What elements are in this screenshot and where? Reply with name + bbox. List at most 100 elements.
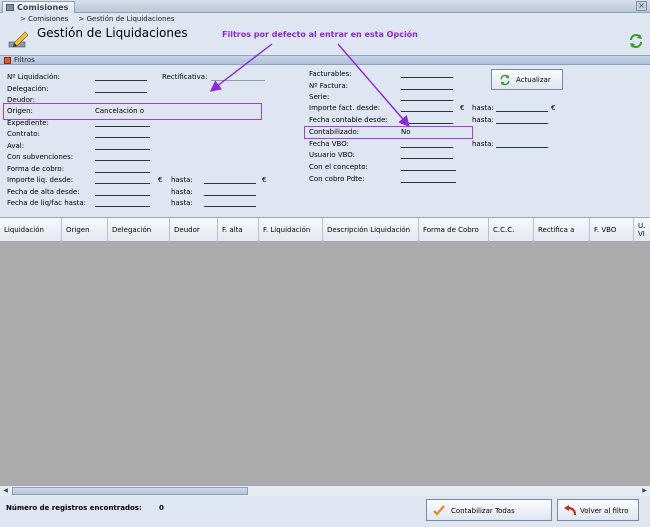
euro-symbol: € bbox=[158, 176, 163, 184]
label-con-el-concepto: Con el concepto: bbox=[309, 163, 368, 171]
column-header[interactable]: Origen bbox=[62, 218, 108, 242]
label-hasta: hasta: bbox=[472, 140, 494, 148]
usuario-vbo-input[interactable] bbox=[401, 158, 453, 159]
label-rectificativa: Rectificativa: bbox=[162, 73, 208, 81]
label-con-cobro-pdte: Con cobro Pdte: bbox=[309, 175, 365, 183]
tab-label: Comisiones bbox=[17, 3, 69, 12]
num-factura-input[interactable] bbox=[401, 89, 453, 90]
column-header[interactable]: Forma de Cobro bbox=[419, 218, 489, 242]
label-contrato: Contrato: bbox=[7, 130, 40, 138]
checkmark-icon bbox=[433, 505, 445, 516]
importe-fact-desde-input[interactable] bbox=[401, 111, 453, 112]
label-hasta: hasta: bbox=[171, 199, 193, 207]
fecha-contable-hasta-input[interactable] bbox=[496, 123, 548, 124]
fecha-alta-hasta-input[interactable] bbox=[204, 195, 256, 196]
column-header[interactable]: U. VI bbox=[634, 218, 650, 242]
column-header[interactable]: C.C.C. bbox=[489, 218, 534, 242]
tab-comisiones[interactable]: Comisiones bbox=[2, 1, 76, 13]
fecha-liq-hasta-input[interactable] bbox=[204, 206, 256, 207]
window-icon bbox=[6, 4, 14, 11]
volver-label: Volver al filtro bbox=[580, 507, 629, 515]
column-header[interactable]: Delegación bbox=[108, 218, 170, 242]
label-hasta: hasta: bbox=[472, 116, 494, 124]
label-serie: Serie: bbox=[309, 93, 330, 101]
annotation-text: Filtros por defecto al entrar en esta Op… bbox=[222, 30, 418, 39]
importe-liq-hasta-input[interactable] bbox=[204, 183, 256, 184]
contabilizado-select[interactable]: No bbox=[401, 128, 411, 136]
label-fecha-vbo: Fecha VBO: bbox=[309, 140, 349, 148]
label-importe-fact-desde: Importe fact. desde: bbox=[309, 104, 381, 112]
contabilizar-label: Contabilizar Todas bbox=[451, 507, 515, 515]
expediente-input[interactable] bbox=[95, 126, 150, 127]
euro-symbol: € bbox=[460, 104, 465, 112]
breadcrumb-item[interactable]: > Comisiones bbox=[20, 15, 68, 23]
importe-fact-hasta-input[interactable] bbox=[496, 111, 548, 112]
label-fecha-alta-desde: Fecha de alta desde: bbox=[7, 188, 80, 196]
back-arrow-icon bbox=[564, 505, 576, 516]
fecha-contable-desde-input[interactable] bbox=[401, 123, 453, 124]
column-header[interactable]: F. VBO bbox=[590, 218, 634, 242]
title-bar: Comisiones × bbox=[0, 0, 650, 13]
volver-filtro-button[interactable]: Volver al filtro bbox=[557, 499, 639, 521]
pencil-icon bbox=[8, 31, 29, 48]
con-el-concepto-select[interactable] bbox=[401, 170, 456, 171]
con-subvenciones-select[interactable] bbox=[95, 160, 150, 161]
grid-header: Liquidación Origen Delegación Deudor F. … bbox=[0, 217, 650, 242]
contrato-input[interactable] bbox=[95, 137, 150, 138]
breadcrumb-item[interactable]: > Gestión de Liquidaciones bbox=[79, 15, 175, 23]
label-fecha-contable-desde: Fecha contable desde: bbox=[309, 116, 388, 124]
column-header[interactable]: Deudor bbox=[170, 218, 218, 242]
label-num-factura: Nº Factura: bbox=[309, 82, 348, 90]
label-importe-liq-desde: Importe liq. desde: bbox=[7, 176, 74, 184]
origen-select[interactable]: Cancelación o bbox=[95, 107, 144, 115]
forma-cobro-select[interactable] bbox=[95, 172, 150, 173]
page-title: Gestión de Liquidaciones bbox=[37, 26, 188, 40]
filters-header[interactable]: Filtros bbox=[0, 55, 650, 65]
rectificativa-input[interactable] bbox=[211, 80, 265, 81]
fecha-vbo-hasta-input[interactable] bbox=[496, 147, 548, 148]
label-hasta: hasta: bbox=[472, 104, 494, 112]
label-facturables: Facturables: bbox=[309, 70, 352, 78]
aval-input[interactable] bbox=[95, 149, 150, 150]
facturables-select[interactable] bbox=[401, 77, 453, 78]
serie-input[interactable] bbox=[401, 100, 453, 101]
label-fecha-liq-hasta: Fecha de liq/fac hasta: bbox=[7, 199, 87, 207]
column-header[interactable]: F. alta bbox=[218, 218, 259, 242]
scroll-right-icon[interactable]: ▶ bbox=[640, 487, 649, 495]
euro-symbol: € bbox=[262, 176, 267, 184]
con-cobro-pdte-select[interactable] bbox=[401, 182, 456, 183]
scrollbar-thumb[interactable] bbox=[12, 487, 248, 495]
refresh-icon[interactable] bbox=[628, 33, 644, 49]
label-forma-cobro: Forma de cobro: bbox=[7, 165, 65, 173]
label-contabilizado: Contabilizado: bbox=[309, 128, 359, 136]
actualizar-label: Actualizar bbox=[516, 76, 551, 84]
label-aval: Aval: bbox=[7, 142, 25, 150]
column-header[interactable]: Rectifica a bbox=[534, 218, 590, 242]
importe-liq-desde-input[interactable] bbox=[95, 183, 150, 184]
fecha-liq-desde-input[interactable] bbox=[95, 206, 150, 207]
column-header[interactable]: Descripción Liquidación bbox=[323, 218, 419, 242]
scroll-left-icon[interactable]: ◀ bbox=[1, 487, 10, 495]
label-usuario-vbo: Usuario VBO: bbox=[309, 151, 356, 159]
page-header: > Comisiones > Gestión de Liquidaciones … bbox=[0, 13, 650, 55]
actualizar-button[interactable]: Actualizar bbox=[491, 69, 563, 90]
column-header[interactable]: F. Liquidación bbox=[259, 218, 323, 242]
horizontal-scrollbar[interactable]: ◀ ▶ bbox=[0, 485, 650, 496]
close-icon[interactable]: × bbox=[636, 1, 647, 11]
label-delegacion: Delegación: bbox=[7, 85, 49, 93]
contabilizar-todas-button[interactable]: Contabilizar Todas bbox=[426, 499, 552, 521]
delegacion-input[interactable] bbox=[95, 92, 147, 93]
collapse-icon[interactable] bbox=[4, 57, 11, 64]
footer: Número de registros encontrados: 0 Conta… bbox=[0, 496, 650, 527]
fecha-alta-desde-input[interactable] bbox=[95, 195, 150, 196]
results-grid[interactable] bbox=[0, 242, 650, 485]
fecha-vbo-desde-input[interactable] bbox=[401, 147, 453, 148]
num-registros-value: 0 bbox=[159, 504, 164, 512]
euro-symbol: € bbox=[551, 104, 556, 112]
refresh-icon bbox=[500, 74, 510, 86]
num-liquidacion-input[interactable] bbox=[95, 80, 147, 81]
column-header[interactable]: Liquidación bbox=[0, 218, 62, 242]
breadcrumb: > Comisiones > Gestión de Liquidaciones bbox=[20, 15, 182, 23]
label-con-subvenciones: Con subvenciones: bbox=[7, 153, 74, 161]
num-registros-label: Número de registros encontrados: bbox=[6, 504, 142, 512]
